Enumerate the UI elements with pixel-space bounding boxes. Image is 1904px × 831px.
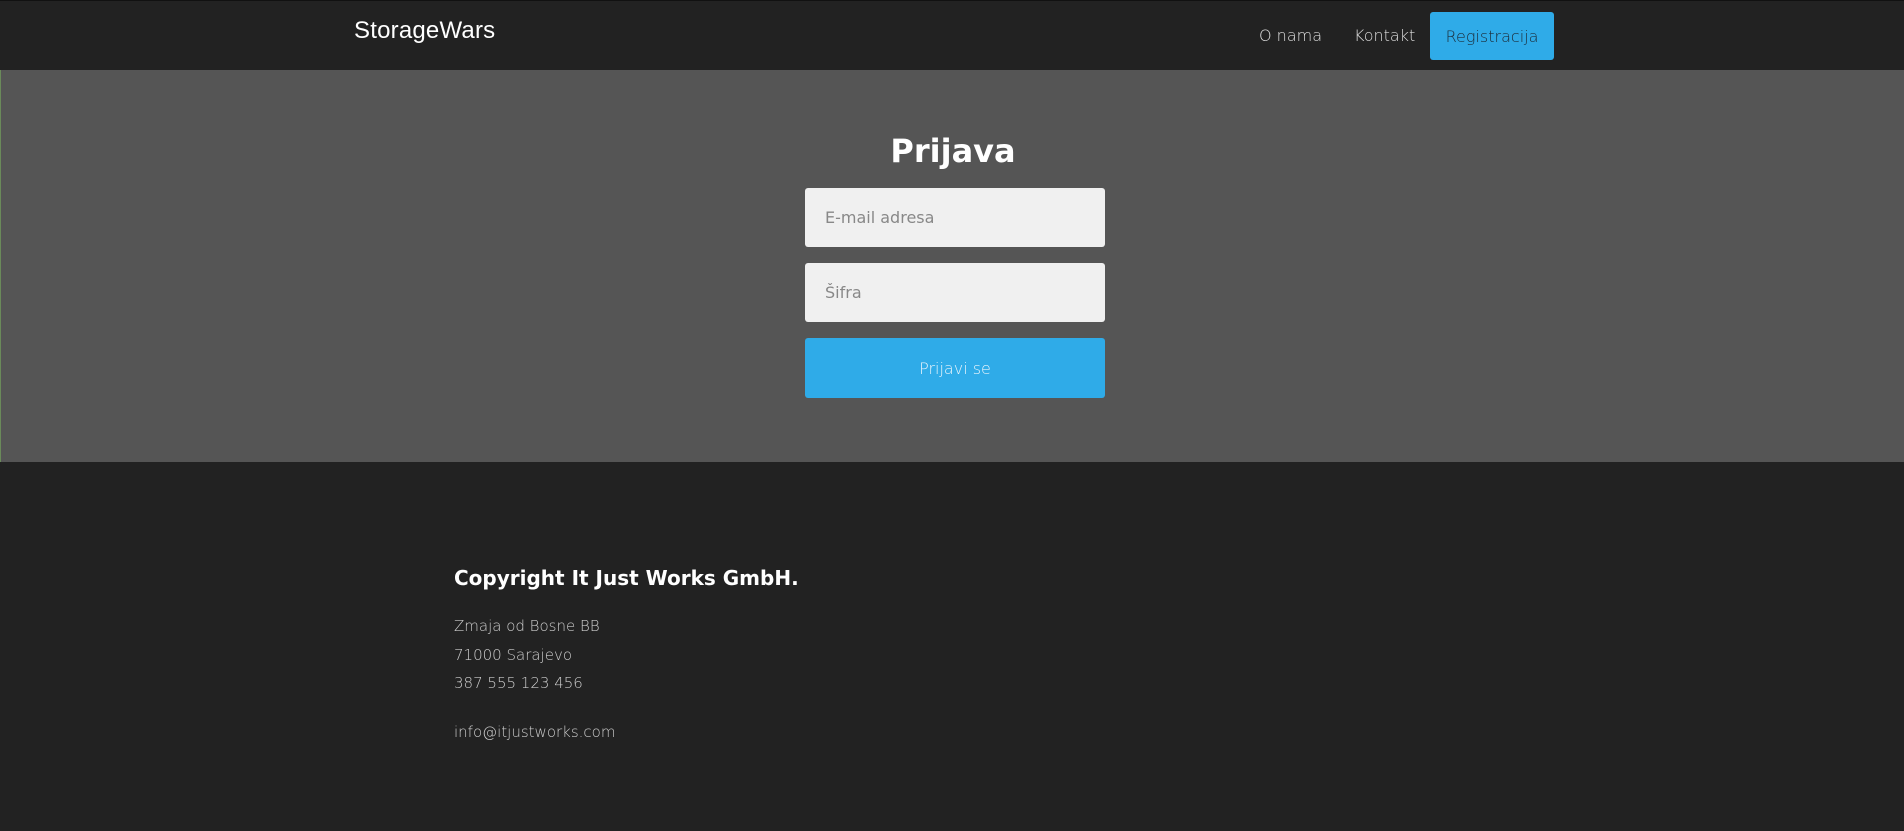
footer-address-city: 71000 Sarajevo	[454, 646, 573, 664]
login-section: Prijava Prijavi se	[0, 70, 1904, 462]
password-input[interactable]	[805, 263, 1105, 322]
email-input[interactable]	[805, 188, 1105, 247]
top-navbar: StorageWars O nama Kontakt Registracija	[0, 0, 1904, 70]
footer-phone: 387 555 123 456	[454, 674, 583, 692]
nav-link-about[interactable]: O nama	[1259, 26, 1322, 45]
login-title: Prijava	[890, 132, 1016, 170]
register-button[interactable]: Registracija	[1430, 12, 1554, 60]
login-submit-button[interactable]: Prijavi se	[805, 338, 1105, 398]
footer-email-link[interactable]: info@itjustworks.com	[454, 723, 615, 741]
footer-address-street: Zmaja od Bosne BB	[454, 617, 600, 635]
footer: Copyright It Just Works GmbH. Zmaja od B…	[0, 462, 1904, 831]
brand-logo-link[interactable]: StorageWars	[354, 17, 495, 45]
footer-copyright: Copyright It Just Works GmbH.	[454, 566, 799, 590]
nav-link-contact[interactable]: Kontakt	[1354, 26, 1415, 45]
